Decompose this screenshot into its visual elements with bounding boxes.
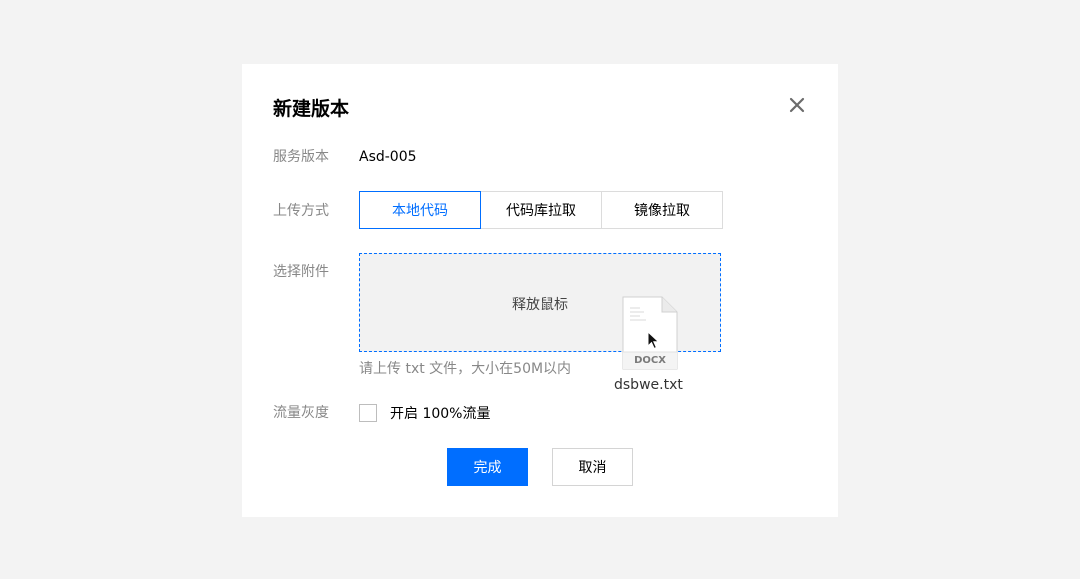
dropzone-text: 释放鼠标 xyxy=(512,296,568,313)
cancel-button[interactable]: 取消 xyxy=(552,448,633,486)
file-type-label: DOCX xyxy=(634,355,666,366)
traffic-gray-checkbox-label[interactable]: 开启 100%流量 xyxy=(390,403,490,423)
attachment-label: 选择附件 xyxy=(273,264,329,280)
dragging-file-name: dsbwe.txt xyxy=(614,377,683,393)
traffic-gray-toggle: 开启 100%流量 xyxy=(359,403,490,423)
service-version-value: Asd-005 xyxy=(359,149,417,165)
close-button[interactable] xyxy=(786,94,808,116)
traffic-gray-checkbox[interactable] xyxy=(359,404,377,422)
upload-option-local-code[interactable]: 本地代码 xyxy=(359,191,481,229)
upload-option-image-pull[interactable]: 镜像拉取 xyxy=(601,191,723,229)
traffic-gray-label: 流量灰度 xyxy=(273,405,329,421)
upload-method-label: 上传方式 xyxy=(273,203,329,219)
upload-option-repo-pull[interactable]: 代码库拉取 xyxy=(480,191,602,229)
upload-hint: 请上传 txt 文件，大小在50M以内 xyxy=(359,361,572,377)
confirm-button[interactable]: 完成 xyxy=(447,448,528,486)
upload-method-segmented-control: 本地代码 代码库拉取 镜像拉取 xyxy=(359,191,723,229)
dialog-title: 新建版本 xyxy=(273,98,350,120)
close-icon xyxy=(789,97,805,113)
dragging-file[interactable]: DOCX xyxy=(622,296,678,370)
service-version-label: 服务版本 xyxy=(273,149,329,165)
new-version-dialog: 新建版本 服务版本 Asd-005 上传方式 本地代码 代码库拉取 镜像拉取 选… xyxy=(242,64,838,517)
